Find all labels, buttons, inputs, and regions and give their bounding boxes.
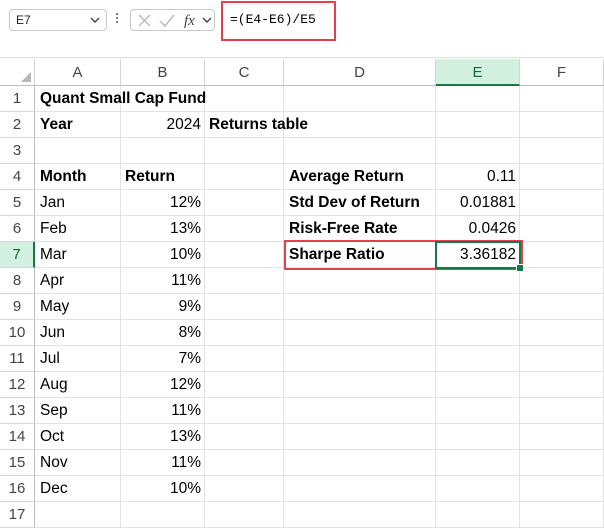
month-cell[interactable]: Mar — [36, 242, 71, 268]
cell-b2[interactable]: 2024 — [121, 112, 205, 138]
month-cell[interactable]: Aug — [36, 372, 72, 398]
chevron-down-icon[interactable] — [90, 16, 100, 24]
month-cell[interactable]: May — [36, 294, 73, 320]
row-header-5[interactable]: 5 — [0, 190, 35, 216]
return-cell[interactable]: 11% — [121, 268, 205, 294]
column-header-d[interactable]: D — [284, 59, 436, 86]
row-header-3[interactable]: 3 — [0, 138, 35, 164]
month-cell[interactable]: Jun — [36, 320, 69, 346]
row-header-6[interactable]: 6 — [0, 216, 35, 242]
month-cell[interactable]: Apr — [36, 268, 68, 294]
svg-text:fx: fx — [184, 13, 195, 29]
cell-e6[interactable]: 0.0426 — [436, 216, 520, 242]
formula-bar: E7 fx =(E4-E6)/E5 — [0, 0, 604, 58]
month-cell[interactable]: Jan — [36, 190, 69, 216]
cell-a1[interactable]: Quant Small Cap Fund — [36, 86, 210, 112]
formula-highlight-box — [221, 1, 336, 41]
gridline — [435, 86, 436, 528]
cell-a2[interactable]: Year — [36, 112, 77, 138]
return-cell[interactable]: 10% — [121, 242, 205, 268]
row-header-12[interactable]: 12 — [0, 372, 35, 398]
more-options-icon[interactable] — [114, 11, 120, 27]
row-header-16[interactable]: 16 — [0, 476, 35, 502]
column-header-f[interactable]: F — [520, 59, 604, 86]
return-cell[interactable]: 9% — [121, 294, 205, 320]
active-cell-selection — [435, 241, 521, 269]
month-cell[interactable]: Oct — [36, 424, 68, 450]
gridline — [283, 86, 284, 528]
cell-e4[interactable]: 0.11 — [436, 164, 520, 190]
row-header-4[interactable]: 4 — [0, 164, 35, 190]
cell-c2[interactable]: Returns table — [205, 112, 312, 138]
return-cell[interactable]: 12% — [121, 372, 205, 398]
return-cell[interactable]: 10% — [121, 476, 205, 502]
row-header-7[interactable]: 7 — [0, 242, 35, 268]
return-cell[interactable]: 12% — [121, 190, 205, 216]
month-cell[interactable]: Sep — [36, 398, 72, 424]
close-icon[interactable] — [137, 13, 152, 28]
month-cell[interactable]: Nov — [36, 450, 72, 476]
row-header-14[interactable]: 14 — [0, 424, 35, 450]
cell-e5[interactable]: 0.01881 — [436, 190, 520, 216]
row-header-11[interactable]: 11 — [0, 346, 35, 372]
row-header-13[interactable]: 13 — [0, 398, 35, 424]
cell-d5[interactable]: Std Dev of Return — [285, 190, 424, 216]
name-box-value: E7 — [16, 13, 31, 27]
return-cell[interactable]: 11% — [121, 450, 205, 476]
cell-d6[interactable]: Risk-Free Rate — [285, 216, 402, 242]
select-all-button[interactable] — [0, 59, 35, 86]
row-header-9[interactable]: 9 — [0, 294, 35, 320]
cell-b4[interactable]: Return — [121, 164, 179, 190]
spreadsheet-grid: A B C D E F 1 2 3 4 5 6 7 8 9 10 11 12 1… — [0, 59, 604, 528]
row-header-8[interactable]: 8 — [0, 268, 35, 294]
row-header-1[interactable]: 1 — [0, 86, 35, 112]
name-box[interactable]: E7 — [9, 9, 107, 31]
fill-handle[interactable] — [516, 264, 524, 272]
month-cell[interactable]: Feb — [36, 216, 71, 242]
row-header-17[interactable]: 17 — [0, 502, 35, 528]
return-cell[interactable]: 11% — [121, 398, 205, 424]
month-cell[interactable]: Jul — [36, 346, 64, 372]
checkmark-icon[interactable] — [159, 13, 175, 28]
return-cell[interactable]: 7% — [121, 346, 205, 372]
row-header-10[interactable]: 10 — [0, 320, 35, 346]
row-header-15[interactable]: 15 — [0, 450, 35, 476]
chevron-down-icon[interactable] — [202, 16, 212, 24]
formula-bar-divider — [0, 57, 604, 58]
formula-actions: fx — [130, 9, 215, 31]
return-cell[interactable]: 8% — [121, 320, 205, 346]
fx-icon[interactable]: fx — [183, 12, 201, 29]
column-header-e[interactable]: E — [436, 59, 520, 86]
row-header-2[interactable]: 2 — [0, 112, 35, 138]
month-cell[interactable]: Dec — [36, 476, 72, 502]
column-header-b[interactable]: B — [121, 59, 205, 86]
gridline — [519, 86, 520, 528]
cell-d4[interactable]: Average Return — [285, 164, 408, 190]
return-cell[interactable]: 13% — [121, 424, 205, 450]
column-header-a[interactable]: A — [35, 59, 121, 86]
cell-a4[interactable]: Month — [36, 164, 90, 190]
return-cell[interactable]: 13% — [121, 216, 205, 242]
column-header-c[interactable]: C — [205, 59, 284, 86]
